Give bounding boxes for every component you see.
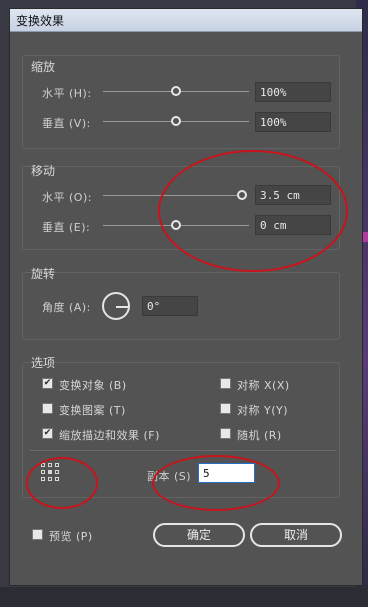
scale-group xyxy=(22,55,340,149)
move-horizontal-label: 水平 (O): xyxy=(42,191,92,204)
transform-patterns-checkbox[interactable] xyxy=(42,403,53,414)
move-group-title: 移动 xyxy=(31,164,56,178)
transform-patterns-label: 变换图案 (T) xyxy=(59,404,126,417)
reflect-y-checkbox[interactable] xyxy=(220,403,231,414)
transform-objects-label: 变换对象 (B) xyxy=(59,379,127,392)
cancel-button[interactable]: 取消 xyxy=(250,523,342,547)
scale-vertical-label: 垂直 (V): xyxy=(42,117,91,130)
background-bottom xyxy=(0,587,368,607)
annotation-circle-reference-point xyxy=(26,457,98,509)
scale-strokes-label: 缩放描边和效果 (F) xyxy=(59,429,160,442)
transform-objects-checkbox[interactable]: ✔ xyxy=(42,378,53,389)
reflect-x-checkbox[interactable] xyxy=(220,378,231,389)
rotate-group-title: 旋转 xyxy=(31,267,56,281)
scale-group-title: 缩放 xyxy=(31,60,56,74)
options-divider xyxy=(30,450,336,451)
dialog-title: 变换效果 xyxy=(16,14,65,28)
scale-vertical-slider-handle[interactable] xyxy=(171,116,181,126)
reflect-y-label: 对称 Y(Y) xyxy=(237,404,289,417)
random-label: 随机 (R) xyxy=(237,429,282,442)
preview-checkbox[interactable] xyxy=(32,529,43,540)
angle-dial-needle xyxy=(116,306,128,308)
scale-horizontal-input[interactable]: 100% xyxy=(255,82,331,102)
ok-button[interactable]: 确定 xyxy=(153,523,245,547)
annotation-circle-move xyxy=(158,150,348,272)
options-group-title: 选项 xyxy=(31,356,56,370)
angle-input[interactable]: 0° xyxy=(142,296,198,316)
angle-dial-icon[interactable] xyxy=(102,292,130,320)
scale-horizontal-label: 水平 (H): xyxy=(42,87,92,100)
reflect-x-label: 对称 X(X) xyxy=(237,379,290,392)
annotation-circle-copies xyxy=(152,455,280,511)
random-checkbox[interactable] xyxy=(220,428,231,439)
preview-label: 预览 (P) xyxy=(49,530,93,543)
scale-horizontal-slider-handle[interactable] xyxy=(171,86,181,96)
angle-label: 角度 (A): xyxy=(42,301,91,314)
scale-vertical-input[interactable]: 100% xyxy=(255,112,331,132)
move-vertical-label: 垂直 (E): xyxy=(42,221,91,234)
scale-strokes-checkbox[interactable]: ✔ xyxy=(42,428,53,439)
title-bar[interactable]: 变换效果 xyxy=(10,9,362,32)
